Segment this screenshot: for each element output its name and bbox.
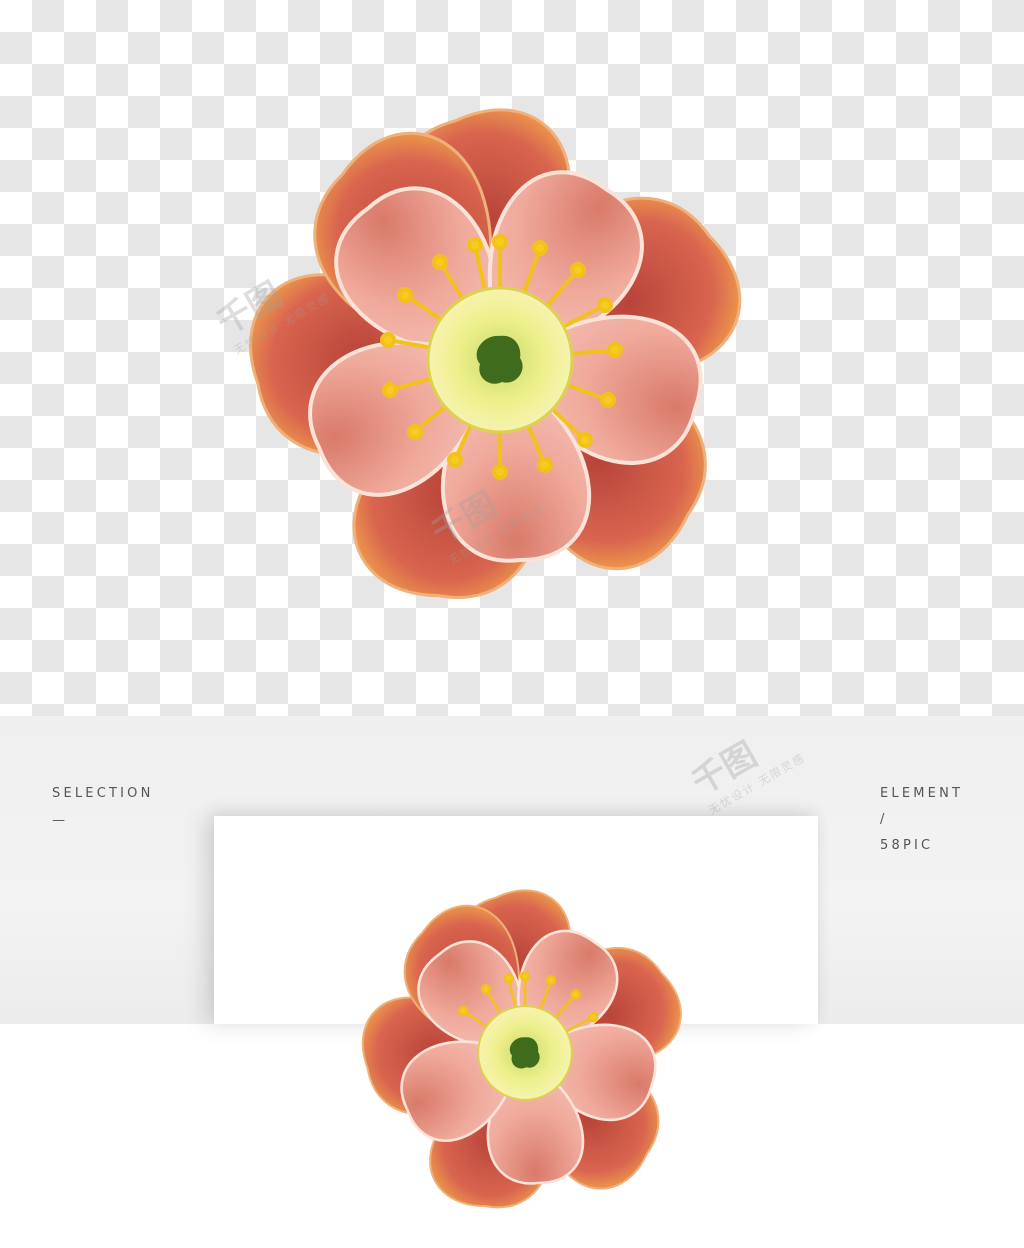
pistil: [476, 335, 523, 384]
flower-illustration: [249, 108, 742, 599]
selection-title: SELECTION: [52, 786, 154, 801]
selection-dash: —: [52, 813, 69, 828]
selection-label: SELECTION —: [52, 786, 154, 828]
element-slash: /: [880, 812, 888, 827]
element-title: ELEMENT: [880, 786, 964, 801]
flower-preview: [361, 889, 682, 1209]
element-brand: 58PIC: [880, 838, 934, 853]
element-label: ELEMENT / 58PIC: [880, 786, 963, 854]
